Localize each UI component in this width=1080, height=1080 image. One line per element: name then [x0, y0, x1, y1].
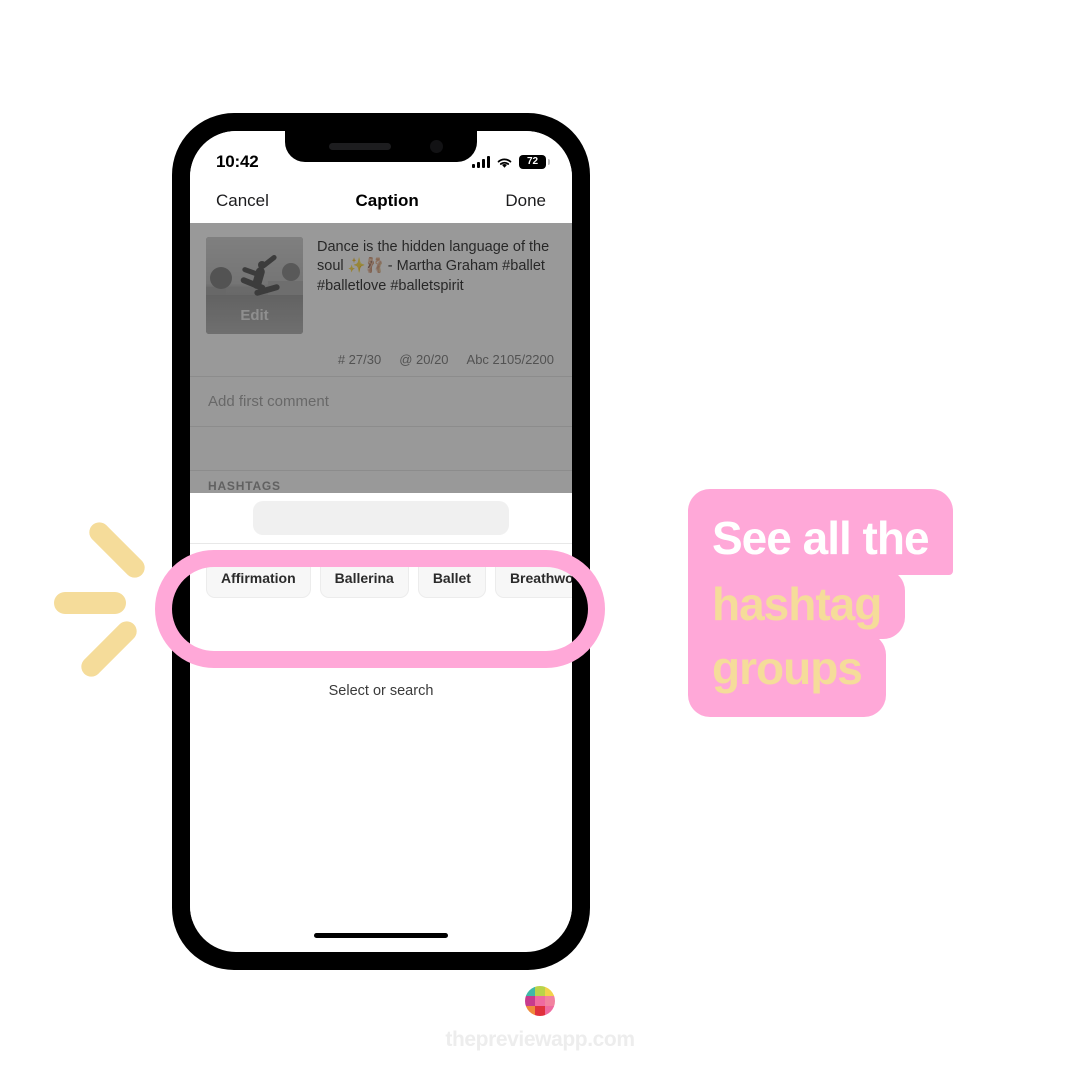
status-indicators: 72 [472, 155, 550, 169]
sparkle-bar-top [85, 518, 149, 582]
hashtag-group-chip[interactable]: Affirmation [206, 558, 311, 598]
caption-counters: # 27/30 @ 20/20 Abc 2105/2200 [190, 334, 572, 377]
sparkle-bar-bottom [77, 617, 141, 681]
logo-tile [525, 996, 535, 1006]
callout-line-3: groups [688, 633, 886, 717]
logo-tile [545, 1006, 555, 1016]
cellular-bars-icon [472, 156, 490, 168]
photo-tree [282, 263, 300, 281]
hashtag-group-chip[interactable]: Ballerina [319, 558, 409, 598]
annotation-callout: See all the hashtag groups [688, 489, 1018, 717]
caption-text-field[interactable]: Dance is the hidden language of the soul… [317, 237, 556, 334]
logo-tile [545, 986, 555, 996]
preview-app-logo-icon [525, 986, 555, 1016]
dancer-figure [236, 253, 281, 309]
logo-tile [535, 1006, 545, 1016]
dancer-arm [260, 253, 278, 270]
callout-line-2: hashtag [688, 569, 906, 639]
logo-tile [535, 986, 545, 996]
hashtag-search-input[interactable] [253, 501, 509, 535]
battery-icon: 72 [519, 155, 550, 169]
brand-url: thepreviewapp.com [445, 1028, 635, 1051]
mention-counter: @ 20/20 [399, 352, 449, 367]
caption-spacer-row [190, 427, 572, 471]
hashtag-group-chip[interactable]: Breathwork [494, 558, 572, 598]
status-time: 10:42 [216, 152, 259, 171]
battery-level: 72 [526, 156, 539, 167]
phone-mockup-frame: 10:42 72 Cancel Caption Done Edit Dance … [172, 113, 590, 970]
callout-line-1: See all the [688, 489, 953, 575]
logo-tile [535, 996, 545, 1006]
photo-tree [210, 267, 232, 289]
hashtag-groups-sheet: Affirmation Ballerina Ballet Breathwork … [190, 501, 572, 921]
home-indicator [314, 933, 448, 938]
hashtag-group-chip[interactable]: Ballet [417, 558, 486, 598]
hashtag-group-chips[interactable]: Affirmation Ballerina Ballet Breathwork … [190, 544, 572, 614]
caption-editor: Edit Dance is the hidden language of the… [190, 223, 572, 493]
navigation-bar: Cancel Caption Done [190, 179, 572, 223]
logo-tile [525, 986, 535, 996]
phone-notch [285, 131, 477, 162]
empty-state-message: Select or search [328, 683, 434, 699]
logo-tile [525, 1006, 535, 1016]
caption-row: Edit Dance is the hidden language of the… [190, 223, 572, 334]
done-button[interactable]: Done [505, 191, 546, 211]
decorative-sparkle-mark [54, 518, 149, 681]
post-thumbnail[interactable]: Edit [206, 237, 303, 334]
footer-branding: thepreviewapp.com [0, 986, 1080, 1052]
sparkle-bar-middle [54, 592, 126, 614]
phone-screen: 10:42 72 Cancel Caption Done Edit Dance … [190, 131, 572, 952]
battery-tip [548, 159, 550, 165]
edit-thumbnail-label[interactable]: Edit [206, 307, 303, 324]
cancel-button[interactable]: Cancel [216, 191, 269, 211]
character-counter: Abc 2105/2200 [466, 352, 554, 367]
notch-camera-icon [430, 140, 443, 153]
wifi-icon [497, 158, 512, 168]
page-title: Caption [355, 191, 419, 210]
hashtags-section-label: HASHTAGS [208, 479, 281, 493]
hashtag-counter: # 27/30 [337, 352, 382, 367]
logo-tile [545, 996, 555, 1006]
notch-speaker [329, 143, 391, 150]
first-comment-input[interactable]: Add first comment [190, 377, 572, 427]
